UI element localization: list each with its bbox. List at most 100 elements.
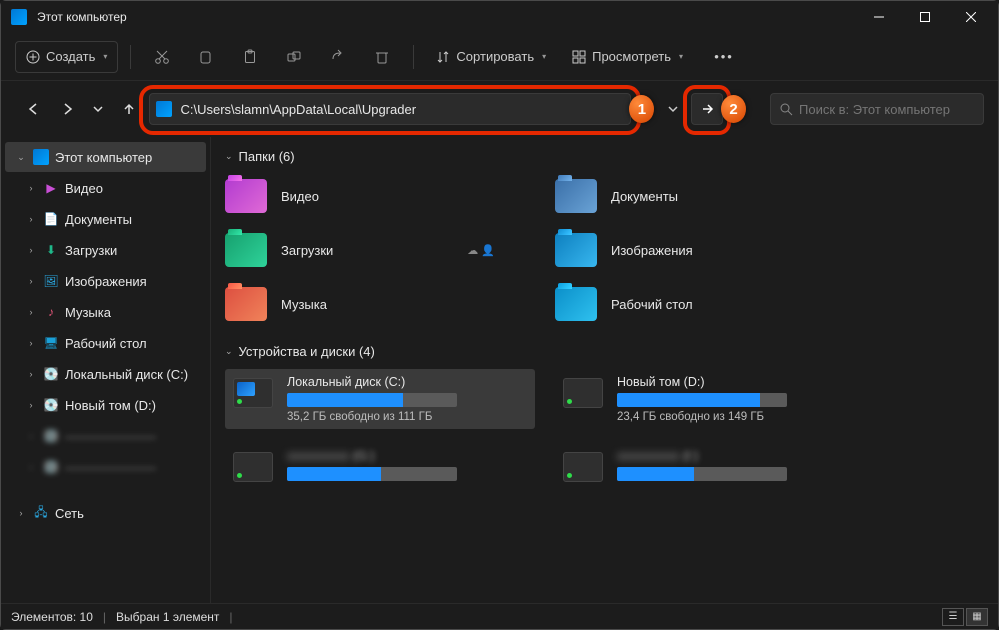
drive-tile[interactable]: xxxxxxxxxx (G:)	[225, 443, 535, 491]
rename-icon	[286, 49, 302, 65]
chevron-down-icon: ▾	[103, 52, 107, 61]
folder-icon	[555, 287, 597, 321]
content-area: ⌄ Папки (6) Видео Документы Загрузки☁ 👤 …	[211, 137, 998, 603]
folder-icon	[555, 233, 597, 267]
separator: |	[229, 610, 232, 624]
sort-label: Сортировать	[456, 49, 534, 64]
folder-icon: 📄	[43, 211, 59, 227]
folder-tile[interactable]: Документы	[555, 174, 865, 218]
folder-label: Загрузки	[281, 243, 333, 258]
up-button[interactable]	[115, 93, 143, 125]
drive-name: Локальный диск (C:)	[287, 375, 527, 389]
folder-tile[interactable]: Загрузки ☁ 👤	[225, 228, 535, 272]
sidebar-root-this-pc[interactable]: ⌄ Этот компьютер	[5, 142, 206, 172]
pc-icon	[33, 149, 49, 165]
maximize-button[interactable]	[902, 1, 948, 33]
group-header-drives[interactable]: ⌄ Устройства и диски (4)	[225, 344, 988, 359]
cut-button[interactable]	[143, 41, 181, 73]
folder-icon: 🖼	[43, 273, 59, 289]
chevron-down-icon: ▾	[542, 52, 546, 61]
chevron-right-icon: ›	[25, 369, 37, 379]
sidebar-item[interactable]: › ♪ Музыка	[15, 297, 206, 327]
sidebar-item-blurred[interactable]: ›💽———————	[15, 421, 206, 451]
navigation-row: 1 2	[1, 81, 998, 137]
new-button[interactable]: Создать ▾	[15, 41, 118, 73]
chevron-right-icon: ›	[15, 508, 27, 518]
sidebar-root-label: Этот компьютер	[55, 150, 152, 165]
tiles-view-button[interactable]: ▦	[966, 608, 988, 626]
chevron-down-icon: ▾	[679, 52, 683, 61]
status-selection: Выбран 1 элемент	[116, 610, 219, 624]
folder-tile[interactable]: Музыка	[225, 282, 535, 326]
drive-tile[interactable]: Новый том (D:) 23,4 ГБ свободно из 149 Г…	[555, 369, 865, 429]
sidebar-network-label: Сеть	[55, 506, 84, 521]
chevron-right-icon: ›	[25, 307, 37, 317]
folder-tile[interactable]: Видео	[225, 174, 535, 218]
sync-status-icon: ☁ 👤	[467, 244, 495, 257]
chevron-down-icon: ⌄	[225, 151, 233, 162]
chevron-right-icon: ›	[25, 276, 37, 286]
recent-button[interactable]	[88, 93, 109, 125]
address-input[interactable]	[180, 102, 624, 117]
folder-tile[interactable]: Рабочий стол	[555, 282, 865, 326]
folder-icon: ♪	[43, 304, 59, 320]
delete-button[interactable]	[363, 41, 401, 73]
sidebar: ⌄ Этот компьютер › ▶ Видео› 📄 Документы›…	[1, 137, 211, 603]
chevron-down-icon: ⌄	[15, 152, 27, 163]
sort-button[interactable]: Сортировать ▾	[426, 41, 556, 73]
sidebar-item[interactable]: › 📄 Документы	[15, 204, 206, 234]
address-history-button[interactable]	[660, 93, 685, 125]
minimize-button[interactable]	[856, 1, 902, 33]
drive-capacity-bar	[617, 393, 787, 407]
paste-icon	[242, 49, 258, 65]
sidebar-item-label: Загрузки	[65, 243, 117, 258]
sidebar-item[interactable]: › 💽 Новый том (D:)	[15, 390, 206, 420]
group-folders-label: Папки (6)	[239, 149, 295, 164]
new-label: Создать	[46, 49, 95, 64]
sidebar-item[interactable]: › 💽 Локальный диск (C:)	[15, 359, 206, 389]
go-button[interactable]	[691, 93, 723, 125]
drive-name: xxxxxxxxxx (I:)	[617, 449, 857, 463]
drive-icon	[233, 378, 273, 408]
more-button[interactable]: •••	[705, 41, 743, 73]
folder-label: Изображения	[611, 243, 693, 258]
sidebar-network[interactable]: › 🖧 Сеть	[5, 498, 206, 528]
sidebar-item[interactable]: › 🖥 Рабочий стол	[15, 328, 206, 358]
paste-button[interactable]	[231, 41, 269, 73]
annotation-badge-1: 1	[629, 95, 654, 123]
drive-capacity-bar	[287, 393, 457, 407]
folder-icon	[225, 287, 267, 321]
drive-name: Новый том (D:)	[617, 375, 857, 389]
copy-button[interactable]	[187, 41, 225, 73]
folder-tile[interactable]: Изображения	[555, 228, 865, 272]
folder-label: Видео	[281, 189, 319, 204]
sidebar-item[interactable]: › 🖼 Изображения	[15, 266, 206, 296]
sidebar-item[interactable]: › ▶ Видео	[15, 173, 206, 203]
address-bar[interactable]	[149, 93, 631, 125]
back-button[interactable]	[19, 93, 47, 125]
search-input[interactable]	[799, 102, 975, 117]
drive-icon	[563, 452, 603, 482]
forward-button[interactable]	[53, 93, 81, 125]
folder-icon: ⬇	[43, 242, 59, 258]
chevron-right-icon: ›	[25, 400, 37, 410]
details-view-button[interactable]: ☰	[942, 608, 964, 626]
group-header-folders[interactable]: ⌄ Папки (6)	[225, 149, 988, 164]
drive-tile[interactable]: Локальный диск (C:) 35,2 ГБ свободно из …	[225, 369, 535, 429]
plus-circle-icon	[26, 50, 40, 64]
view-button[interactable]: Просмотреть ▾	[562, 41, 693, 73]
drive-tile[interactable]: xxxxxxxxxx (I:)	[555, 443, 865, 491]
share-button[interactable]	[319, 41, 357, 73]
sidebar-item-blurred[interactable]: ›💽———————	[15, 452, 206, 482]
sidebar-item[interactable]: › ⬇ Загрузки	[15, 235, 206, 265]
rename-button[interactable]	[275, 41, 313, 73]
sidebar-item-label: Изображения	[65, 274, 147, 289]
folder-label: Документы	[611, 189, 678, 204]
search-box[interactable]	[770, 93, 984, 125]
chevron-right-icon: ›	[25, 338, 37, 348]
separator: |	[103, 610, 106, 624]
close-button[interactable]	[948, 1, 994, 33]
view-icon	[572, 50, 586, 64]
sidebar-item-label: Рабочий стол	[65, 336, 147, 351]
drive-free-label: 23,4 ГБ свободно из 149 ГБ	[617, 411, 857, 423]
